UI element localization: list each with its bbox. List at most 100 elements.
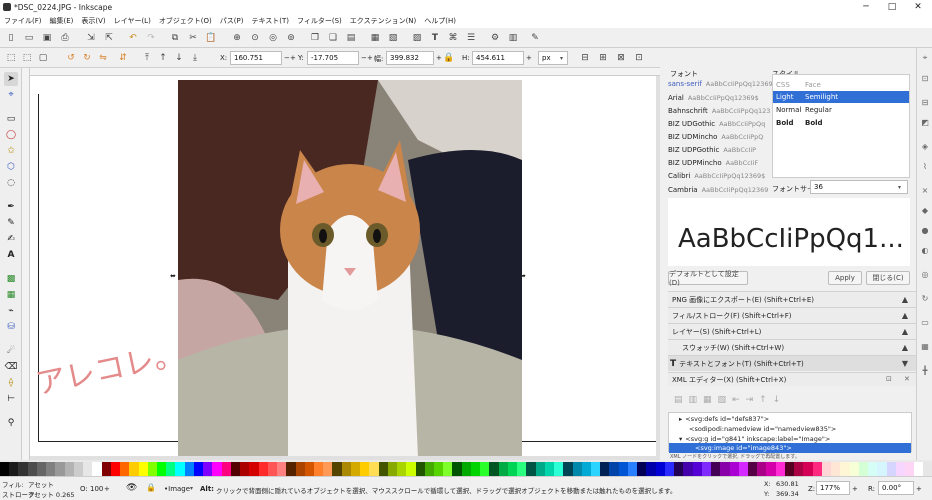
cut-icon[interactable]: ✂: [186, 31, 200, 45]
document-properties-icon[interactable]: ▥: [506, 31, 520, 45]
palette-swatch[interactable]: [360, 462, 370, 476]
palette-swatch[interactable]: [489, 462, 499, 476]
palette-swatch[interactable]: [397, 462, 407, 476]
snap-grid-icon[interactable]: ▦: [919, 340, 931, 352]
palette-swatch[interactable]: [369, 462, 379, 476]
zoom-selection-icon[interactable]: ⊕: [230, 31, 244, 45]
palette-swatch[interactable]: [323, 462, 333, 476]
horizontal-ruler[interactable]: [22, 68, 660, 76]
delete-node-icon[interactable]: ▧: [718, 395, 727, 405]
collapse-chevron-icon[interactable]: ▼: [902, 359, 908, 368]
tweak-tool-icon[interactable]: ☄: [4, 344, 18, 358]
horizontal-scrollbar[interactable]: [30, 456, 660, 460]
cat-photo[interactable]: [178, 80, 522, 458]
lower-icon[interactable]: ↓: [172, 51, 186, 65]
xml-editor-icon[interactable]: ⌘: [446, 31, 460, 45]
palette-swatch[interactable]: [498, 462, 508, 476]
vertical-ruler[interactable]: [22, 68, 30, 460]
snap-nodes-icon[interactable]: ◈: [919, 140, 931, 152]
palette-swatch[interactable]: [424, 462, 435, 476]
dialog-fill-stroke[interactable]: フィル/ストローク(F) (Shift+Ctrl+F) ▲: [668, 307, 916, 323]
flip-vertical-icon[interactable]: ⇵: [116, 51, 130, 65]
style-item[interactable]: Normal Regular: [773, 104, 909, 116]
snap-path-icon[interactable]: ⌇: [919, 160, 931, 172]
height-plus[interactable]: +: [526, 54, 532, 62]
spray-tool-icon[interactable]: ▩: [4, 272, 18, 286]
palette-swatch[interactable]: [904, 462, 915, 476]
palette-swatch[interactable]: [120, 462, 130, 476]
dialog-text-font[interactable]: T テキストとフォント(T) (Shift+Ctrl+T) ▼: [668, 355, 916, 371]
unit-chevron-down-icon[interactable]: ▾: [560, 55, 563, 62]
palette-swatch[interactable]: [18, 462, 28, 476]
dock-close-icon[interactable]: ✕: [904, 375, 910, 383]
zoom-width-icon[interactable]: ⊚: [284, 31, 298, 45]
width-plus[interactable]: +: [436, 54, 442, 62]
palette-swatch[interactable]: [563, 462, 573, 476]
palette-swatch[interactable]: [821, 462, 832, 476]
style-item-selected[interactable]: Light Semilight: [773, 91, 909, 103]
palette-swatch[interactable]: [73, 462, 84, 476]
transform-gradients-icon[interactable]: ⊠: [614, 51, 628, 65]
xml-node-selected[interactable]: <svg:image id="image843">: [669, 443, 911, 453]
palette-swatch[interactable]: [784, 462, 795, 476]
palette-swatch[interactable]: [886, 462, 896, 476]
palette-swatch[interactable]: [627, 462, 638, 476]
palette-swatch[interactable]: [711, 462, 721, 476]
unindent-node-icon[interactable]: ⇤: [732, 395, 740, 405]
palette-swatch[interactable]: [914, 462, 924, 476]
new-element-node-icon[interactable]: ▤: [674, 395, 683, 405]
duplicate-node-icon[interactable]: ▦: [703, 395, 712, 405]
xml-editor-header[interactable]: XML エディター(X) (Shift+Ctrl+X) ⊡ ✕: [668, 372, 916, 386]
duplicate-icon[interactable]: ❐: [308, 31, 322, 45]
palette-swatch[interactable]: [775, 462, 785, 476]
close-button[interactable]: ✕: [906, 0, 930, 14]
pencil-tool-icon[interactable]: ✎: [4, 216, 18, 230]
palette-swatch[interactable]: [849, 462, 859, 476]
text-tool-icon[interactable]: A: [4, 248, 18, 262]
xml-node[interactable]: ▸ <svg:defs id="defs837">: [669, 414, 913, 424]
palette-swatch[interactable]: [0, 462, 10, 476]
palette-swatch[interactable]: [9, 462, 19, 476]
font-size-chevron-down-icon[interactable]: ▾: [898, 184, 901, 191]
palette-swatch[interactable]: [332, 462, 342, 476]
dialog-swatches[interactable]: スウォッチ(W) (Shift+Ctrl+W) ▲: [668, 339, 916, 355]
fill-stroke-icon[interactable]: ▨: [410, 31, 424, 45]
menu-help[interactable]: ヘルプ(H): [424, 16, 456, 26]
dropper-tool-icon[interactable]: ⌁: [4, 304, 18, 318]
current-layer[interactable]: •Image: [164, 485, 190, 493]
apply-button[interactable]: Apply: [828, 271, 862, 285]
height-input[interactable]: 454.611: [472, 51, 524, 65]
font-item[interactable]: Calibri AaBbCcIiPpQq12369$: [668, 170, 772, 182]
palette-swatch[interactable]: [184, 462, 194, 476]
snap-smooth-icon[interactable]: ●: [919, 224, 931, 236]
palette-swatch[interactable]: [526, 462, 536, 476]
align-distribute-icon[interactable]: ☰: [464, 31, 478, 45]
indent-node-icon[interactable]: ⇥: [746, 395, 754, 405]
palette-swatch[interactable]: [110, 462, 121, 476]
menu-filters[interactable]: フィルター(S): [297, 16, 342, 26]
palette-swatch[interactable]: [858, 462, 869, 476]
font-item[interactable]: BIZ UDGothic AaBbCcIiPpQq: [668, 118, 772, 130]
spiral-tool-icon[interactable]: ◌: [4, 176, 18, 190]
palette-swatch[interactable]: [480, 462, 490, 476]
collapse-chevron-icon[interactable]: ▲: [902, 327, 908, 336]
palette-swatch[interactable]: [36, 462, 47, 476]
unlink-clone-icon[interactable]: ▤: [344, 31, 358, 45]
import-icon[interactable]: ⇲: [84, 31, 98, 45]
snap-page-icon[interactable]: ▭: [919, 316, 931, 328]
snap-midpoint-icon[interactable]: ◐: [919, 244, 931, 256]
zoom-drawing-icon[interactable]: ⊙: [248, 31, 262, 45]
lock-icon[interactable]: 🔒: [146, 483, 156, 492]
rotate-plus[interactable]: +: [916, 485, 922, 493]
ungroup-icon[interactable]: ▧: [386, 31, 400, 45]
palette-swatch[interactable]: [554, 462, 564, 476]
snap-rotation-icon[interactable]: ↻: [919, 292, 931, 304]
tools-icon[interactable]: ✎: [528, 31, 542, 45]
palette-swatch[interactable]: [415, 462, 425, 476]
palette-swatch[interactable]: [350, 462, 361, 476]
width-input[interactable]: 399.832: [386, 51, 434, 65]
paint-bucket-tool-icon[interactable]: ⛁: [4, 320, 18, 334]
save-icon[interactable]: ▣: [40, 31, 54, 45]
set-default-button[interactable]: デフォルトとして設定(D): [668, 270, 748, 287]
node-tool-icon[interactable]: ⌖: [4, 88, 18, 102]
